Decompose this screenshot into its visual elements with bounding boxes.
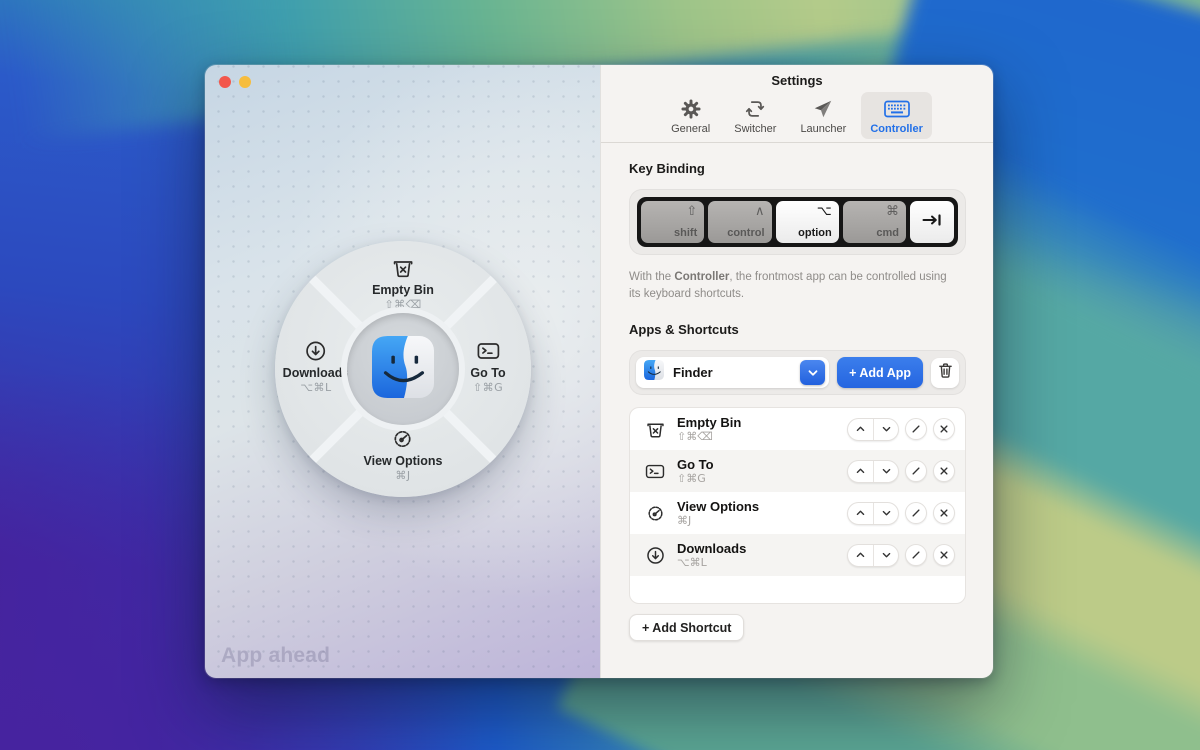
keyboard-icon (884, 97, 910, 121)
edit-button[interactable] (905, 418, 927, 440)
remove-button[interactable] (933, 502, 955, 524)
terminal-icon (475, 339, 501, 363)
view-options-gear-icon (642, 503, 668, 524)
finder-icon-small (644, 360, 664, 385)
window-title: Settings (601, 73, 993, 88)
edit-button[interactable] (905, 460, 927, 482)
app-window: Empty Bin ⇧⌘⌫ Go To ⇧⌘G (205, 65, 993, 678)
settings-pane: Settings General (600, 65, 993, 678)
paper-plane-icon (812, 97, 834, 121)
move-up-button[interactable] (848, 503, 873, 524)
settings-header: Settings General (601, 65, 993, 143)
tab-key-icon (921, 213, 943, 232)
key-tab[interactable] (910, 201, 954, 243)
terminal-icon (642, 462, 668, 481)
apps-shortcuts-label: Apps & Shortcuts (629, 322, 966, 337)
controller-settings: Key Binding ⇧ shift ∧ control ⌥ (601, 143, 993, 641)
move-down-button[interactable] (873, 545, 898, 566)
app-selector-tray: Finder + Add App (629, 350, 966, 395)
app-watermark: App ahead (221, 644, 330, 668)
reorder-control (847, 460, 899, 483)
trash-icon (938, 362, 953, 384)
remove-button[interactable] (933, 418, 955, 440)
empty-bin-icon (642, 419, 668, 440)
tab-controller[interactable]: Controller (861, 92, 932, 139)
move-up-button[interactable] (848, 461, 873, 482)
shortcut-row-empty-bin: Empty Bin ⇧⌘⌫ (630, 408, 965, 450)
selected-app-name: Finder (673, 365, 800, 380)
key-binding-label: Key Binding (629, 161, 966, 176)
key-control[interactable]: ∧ control (708, 201, 771, 243)
move-up-button[interactable] (848, 419, 873, 440)
controller-description: With the Controller, the frontmost app c… (629, 269, 947, 302)
shortcut-row-go-to: Go To ⇧⌘G (630, 450, 965, 492)
download-circle-icon (304, 339, 328, 363)
desktop: Empty Bin ⇧⌘⌫ Go To ⇧⌘G (0, 0, 1200, 750)
add-app-button[interactable]: + Add App (837, 357, 923, 388)
key-cmd[interactable]: ⌘ cmd (843, 201, 906, 243)
finder-icon (372, 336, 434, 403)
download-circle-icon (642, 545, 668, 566)
keyboard-visual: ⇧ shift ∧ control ⌥ option ⌘ (637, 197, 958, 247)
move-down-button[interactable] (873, 419, 898, 440)
view-options-gear-icon (391, 427, 415, 451)
shortcut-row-downloads: Downloads ⌥⌘L (630, 534, 965, 576)
remove-button[interactable] (933, 544, 955, 566)
add-shortcut-button[interactable]: + Add Shortcut (629, 614, 744, 641)
shortcuts-list: Empty Bin ⇧⌘⌫ (629, 407, 966, 604)
reorder-control (847, 502, 899, 525)
settings-toolbar: General Switcher (601, 92, 993, 139)
edit-button[interactable] (905, 502, 927, 524)
switcher-icon (744, 97, 766, 121)
chevron-down-icon[interactable] (800, 360, 825, 385)
app-select[interactable]: Finder (636, 357, 829, 388)
remove-button[interactable] (933, 460, 955, 482)
tab-launcher[interactable]: Launcher (791, 92, 855, 139)
tab-general[interactable]: General (662, 92, 719, 139)
radial-item-view-options[interactable]: View Options ⌘J (364, 427, 443, 482)
reorder-control (847, 544, 899, 567)
move-down-button[interactable] (873, 461, 898, 482)
preview-pane: Empty Bin ⇧⌘⌫ Go To ⇧⌘G (205, 65, 600, 678)
key-binding-tray: ⇧ shift ∧ control ⌥ option ⌘ (629, 189, 966, 255)
radial-item-go-to[interactable]: Go To ⇧⌘G (470, 339, 505, 394)
edit-button[interactable] (905, 544, 927, 566)
radial-center-app[interactable] (347, 313, 459, 425)
key-shift[interactable]: ⇧ shift (641, 201, 704, 243)
radial-item-downloads[interactable]: Downloads ⌥⌘L (283, 339, 350, 394)
shortcut-row-view-options: View Options ⌘J (630, 492, 965, 534)
move-down-button[interactable] (873, 503, 898, 524)
move-up-button[interactable] (848, 545, 873, 566)
radial-item-empty-bin[interactable]: Empty Bin ⇧⌘⌫ (372, 256, 434, 311)
empty-bin-icon (391, 256, 415, 280)
close-button[interactable] (219, 76, 231, 88)
radial-shortcut-menu: Empty Bin ⇧⌘⌫ Go To ⇧⌘G (275, 241, 531, 497)
tab-switcher[interactable]: Switcher (725, 92, 785, 139)
minimize-button[interactable] (239, 76, 251, 88)
traffic-lights (219, 76, 251, 88)
gear-icon (680, 97, 702, 121)
reorder-control (847, 418, 899, 441)
delete-app-button[interactable] (931, 358, 959, 388)
key-option[interactable]: ⌥ option (776, 201, 839, 243)
